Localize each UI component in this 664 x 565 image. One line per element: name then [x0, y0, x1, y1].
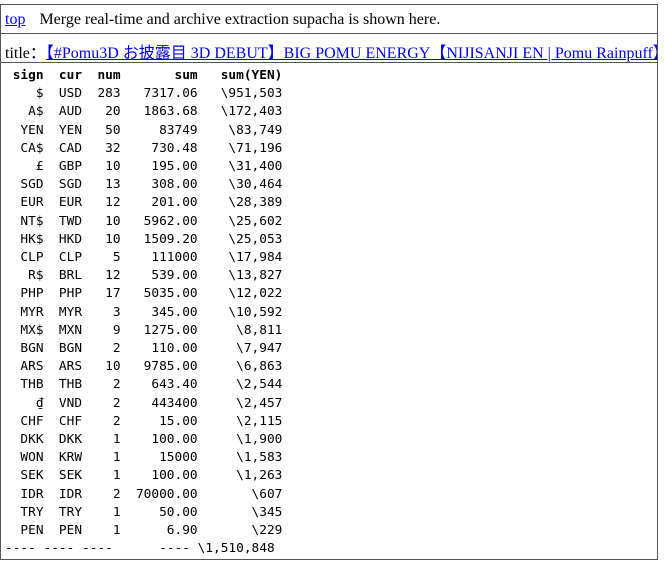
table-row: A$ AUD 20 1863.68 \172,403: [28, 104, 283, 120]
table-row: SEK SEK 1 100.00 \1,263: [20, 468, 283, 484]
table-row: DKK DKK 1 100.00 \1,900: [20, 432, 283, 448]
table-row: MYR MYR 3 345.00 \10,592: [20, 304, 283, 320]
video-title-link[interactable]: 【#Pomu3D お披露目 3D DEBUT】BIG POMU ENERGY【N…: [46, 45, 657, 62]
supacha-table-box: sign cur num sum sum(YEN) $ USD 283 7317…: [0, 62, 658, 560]
table-row: TRY TRY 1 50.00 \345: [20, 504, 283, 520]
table-row: PEN PEN 1 6.90 \229: [20, 523, 283, 539]
table-row: £ GBP 10 195.00 \31,400: [35, 159, 283, 175]
table-row: WON KRW 1 15000 \1,583: [20, 450, 283, 466]
table-row: HK$ HKD 10 1509.20 \25,053: [20, 231, 283, 247]
table-row: BGN BGN 2 110.00 \7,947: [20, 341, 283, 357]
table-row: IDR IDR 2 70000.00 \607: [20, 486, 283, 502]
table-row: CA$ CAD 32 730.48 \71,196: [20, 140, 283, 156]
table-row: CLP CLP 5 111000 \17,984: [20, 250, 283, 266]
table-row: $ USD 283 7317.06 \951,503: [35, 86, 283, 102]
supacha-table: sign cur num sum sum(YEN) $ USD 283 7317…: [5, 67, 657, 558]
table-total-row: ---- ---- ---- ---- \1,510,848: [5, 541, 275, 557]
title-label: title：: [5, 45, 46, 62]
top-bar: top Merge real-time and archive extractio…: [0, 4, 658, 34]
page: top Merge real-time and archive extractio…: [0, 0, 664, 565]
table-row: MX$ MXN 9 1275.00 \8,811: [20, 322, 283, 338]
table-row: EUR EUR 12 201.00 \28,389: [20, 195, 283, 211]
info-message: Merge real-time and archive extraction s…: [39, 11, 441, 28]
top-link[interactable]: top: [5, 11, 25, 28]
title-bar: title：【#Pomu3D お披露目 3D DEBUT】BIG POMU EN…: [0, 33, 658, 63]
table-row: SGD SGD 13 308.00 \30,464: [20, 177, 283, 193]
table-row: YEN YEN 50 83749 \83,749: [20, 122, 283, 138]
table-row: NT$ TWD 10 5962.00 \25,602: [20, 213, 283, 229]
table-header: sign cur num sum sum(YEN): [12, 68, 283, 83]
table-row: CHF CHF 2 15.00 \2,115: [20, 413, 283, 429]
table-row: R$ BRL 12 539.00 \13,827: [28, 268, 283, 284]
table-row: ₫ VND 2 443400 \2,457: [35, 395, 283, 411]
table-row: ARS ARS 10 9785.00 \6,863: [20, 359, 283, 375]
table-row: THB THB 2 643.40 \2,544: [20, 377, 283, 393]
table-row: PHP PHP 17 5035.00 \12,022: [20, 286, 283, 302]
